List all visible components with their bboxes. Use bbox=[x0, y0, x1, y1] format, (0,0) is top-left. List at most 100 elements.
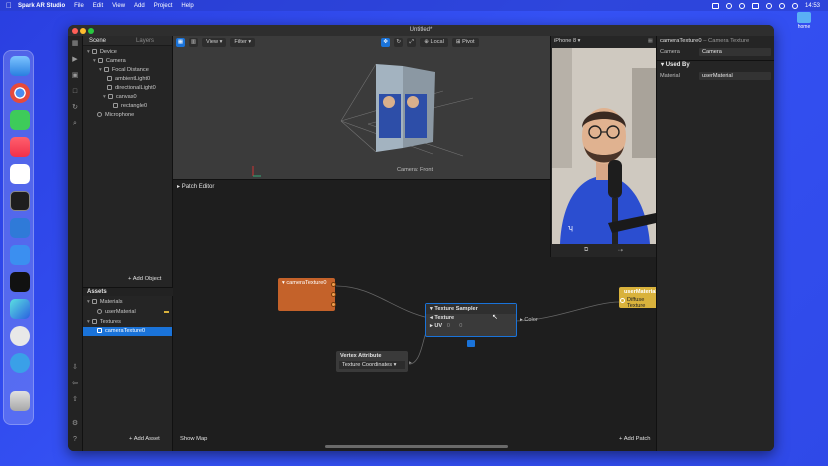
scene-item-camera[interactable]: ▾ Camera bbox=[93, 57, 126, 66]
battery-icon[interactable] bbox=[751, 2, 759, 9]
canvas-icon bbox=[107, 94, 113, 100]
slack-icon[interactable] bbox=[10, 164, 30, 184]
tab-scene[interactable]: Scene bbox=[83, 36, 112, 45]
share-icon[interactable]: ⇦ bbox=[71, 380, 79, 388]
menu-app-name[interactable]: Spark AR Studio bbox=[18, 3, 65, 9]
chrome-icon[interactable] bbox=[10, 83, 30, 103]
sampler-input-uv[interactable]: ▸ UV 0 0 bbox=[426, 322, 516, 330]
picture-icon[interactable]: ▣ bbox=[71, 72, 79, 80]
dock bbox=[3, 50, 34, 425]
menu-clock[interactable]: 14:53 bbox=[805, 3, 820, 9]
help-icon[interactable]: ? bbox=[71, 436, 79, 444]
close-window-icon[interactable] bbox=[72, 28, 78, 34]
search-icon[interactable]: ⌕ bbox=[71, 120, 79, 128]
sampler-output-label[interactable]: ▸ Color bbox=[520, 317, 538, 323]
scene-item-focal-distance[interactable]: ▾ Focal Distance bbox=[99, 66, 149, 75]
scene-item-canvas[interactable]: ▾ canvas0 bbox=[103, 93, 137, 102]
used-by-section[interactable]: ▾ Used By bbox=[657, 60, 774, 69]
output-port[interactable] bbox=[331, 302, 336, 307]
video-icon[interactable]: ▶ bbox=[71, 56, 79, 64]
messages-icon[interactable] bbox=[10, 110, 30, 130]
menu-view[interactable]: View bbox=[112, 3, 125, 9]
menu-file[interactable]: File bbox=[74, 3, 84, 9]
simulator-menu-icon[interactable]: ▦ bbox=[648, 36, 653, 47]
focal-distance-icon bbox=[103, 67, 109, 73]
add-patch-button[interactable]: + Add Patch bbox=[619, 436, 650, 442]
finder-icon[interactable] bbox=[10, 56, 30, 76]
spark-ar-icon[interactable] bbox=[10, 326, 30, 346]
settings-icon[interactable]: ⚙ bbox=[71, 420, 79, 428]
trash-icon[interactable] bbox=[10, 391, 30, 411]
scene-item-microphone[interactable]: Microphone bbox=[97, 111, 134, 120]
wifi-icon[interactable] bbox=[765, 2, 772, 9]
asset-item-camera-texture[interactable]: cameraTexture0 bbox=[83, 327, 172, 336]
output-port[interactable] bbox=[331, 292, 336, 297]
window-titlebar: Untitled* bbox=[68, 25, 774, 36]
folder-icon bbox=[91, 319, 97, 325]
import-icon[interactable]: ⇩ bbox=[71, 364, 79, 372]
menu-edit[interactable]: Edit bbox=[93, 3, 103, 9]
asset-item-user-material[interactable]: userMaterial bbox=[97, 308, 169, 317]
material-property-value[interactable]: userMaterial bbox=[699, 72, 771, 80]
tool-strip: ▦ ▶ ▣ □ ↻ ⌕ ⇩ ⇦ ⇧ ⚙ ? bbox=[68, 36, 83, 451]
camera-property-select[interactable]: Camera bbox=[699, 48, 771, 56]
texture-sampler-node[interactable]: ▾ Texture Sampler ◂ Texture ▸ UV 0 0 ↖ bbox=[425, 303, 517, 337]
refresh-icon[interactable]: ↻ bbox=[71, 104, 79, 112]
export-icon[interactable]: ⇧ bbox=[71, 396, 79, 404]
tab-layers[interactable]: Layers bbox=[130, 36, 160, 45]
simulator-toolbar: iPhone 8 ▾ ▦ bbox=[551, 36, 657, 47]
desktop-folder-label[interactable]: home bbox=[791, 24, 817, 30]
properties-title: cameraTexture0 – Camera Texture bbox=[660, 38, 750, 44]
figma-icon[interactable] bbox=[10, 272, 30, 292]
scene-item-directional-light[interactable]: directionalLight0 bbox=[107, 84, 156, 93]
asset-item-materials[interactable]: ▾ Materials bbox=[87, 298, 123, 307]
menu-project[interactable]: Project bbox=[154, 3, 173, 9]
asset-item-textures[interactable]: ▾ Textures bbox=[87, 318, 121, 327]
terminal-icon[interactable] bbox=[10, 191, 30, 211]
add-object-button[interactable]: + Add Object bbox=[128, 276, 161, 282]
assets-header: Assets bbox=[83, 287, 173, 296]
minimize-window-icon[interactable] bbox=[80, 28, 86, 34]
scene-viewport[interactable]: ▦ ▥ View ▾ Filter ▾ ✥ ↻ ⤢ ⊕ Local ⊞ Pivo… bbox=[173, 36, 550, 179]
input-port-icon[interactable] bbox=[620, 298, 625, 303]
music-icon[interactable] bbox=[10, 137, 30, 157]
vertex-attribute-select[interactable]: Texture Coordinates ▾ bbox=[339, 361, 405, 369]
mail-icon[interactable] bbox=[10, 245, 30, 265]
apple-icon[interactable]:  bbox=[0, 1, 18, 10]
zoom-window-icon[interactable] bbox=[88, 28, 94, 34]
layout-icon[interactable]: ▦ bbox=[71, 40, 79, 48]
vertex-output-port[interactable]: ▸ bbox=[409, 360, 412, 366]
tweetbot-icon[interactable] bbox=[10, 353, 30, 373]
texture-icon bbox=[97, 328, 102, 334]
screen-share-icon[interactable] bbox=[711, 2, 719, 9]
scene-item-device[interactable]: ▾ Device bbox=[87, 48, 117, 57]
simulator-preview[interactable]: ʮ bbox=[552, 48, 656, 244]
record-icon[interactable]: ⇢ bbox=[618, 247, 623, 254]
camera-property-label: Camera bbox=[660, 49, 680, 55]
vertex-attribute-node[interactable]: Vertex Attribute Texture Coordinates ▾ bbox=[336, 351, 408, 372]
status-icon[interactable] bbox=[725, 2, 732, 9]
shirt-logo: ʮ bbox=[568, 225, 573, 232]
folder-icon[interactable] bbox=[797, 12, 811, 23]
material-link-icon bbox=[164, 311, 169, 313]
search-icon[interactable] bbox=[778, 2, 785, 9]
horizontal-scrollbar[interactable] bbox=[325, 445, 508, 448]
menu-add[interactable]: Add bbox=[134, 3, 145, 9]
menu-help[interactable]: Help bbox=[181, 3, 193, 9]
device-dropdown[interactable]: iPhone 8 ▾ bbox=[554, 38, 580, 44]
scene-item-ambient-light[interactable]: ambientLight0 bbox=[107, 75, 150, 84]
screenshot-icon[interactable]: ⧉ bbox=[584, 247, 588, 254]
cube-icon[interactable]: □ bbox=[71, 88, 79, 96]
add-asset-button[interactable]: + Add Asset bbox=[129, 436, 160, 442]
sampler-input-texture[interactable]: ◂ Texture bbox=[426, 314, 516, 322]
layers-app-icon[interactable] bbox=[10, 299, 30, 319]
output-port[interactable] bbox=[331, 282, 336, 287]
scene-item-rectangle[interactable]: rectangle0 bbox=[113, 102, 147, 111]
folder-icon bbox=[91, 299, 97, 305]
vscode-icon[interactable] bbox=[10, 218, 30, 238]
control-center-icon[interactable] bbox=[791, 2, 798, 9]
camera-texture-node[interactable]: ▾ cameraTexture0 bbox=[278, 278, 336, 311]
ring-icon[interactable] bbox=[738, 2, 745, 9]
show-map-button[interactable]: Show Map bbox=[180, 436, 207, 442]
node-menu-icon[interactable] bbox=[467, 340, 475, 347]
